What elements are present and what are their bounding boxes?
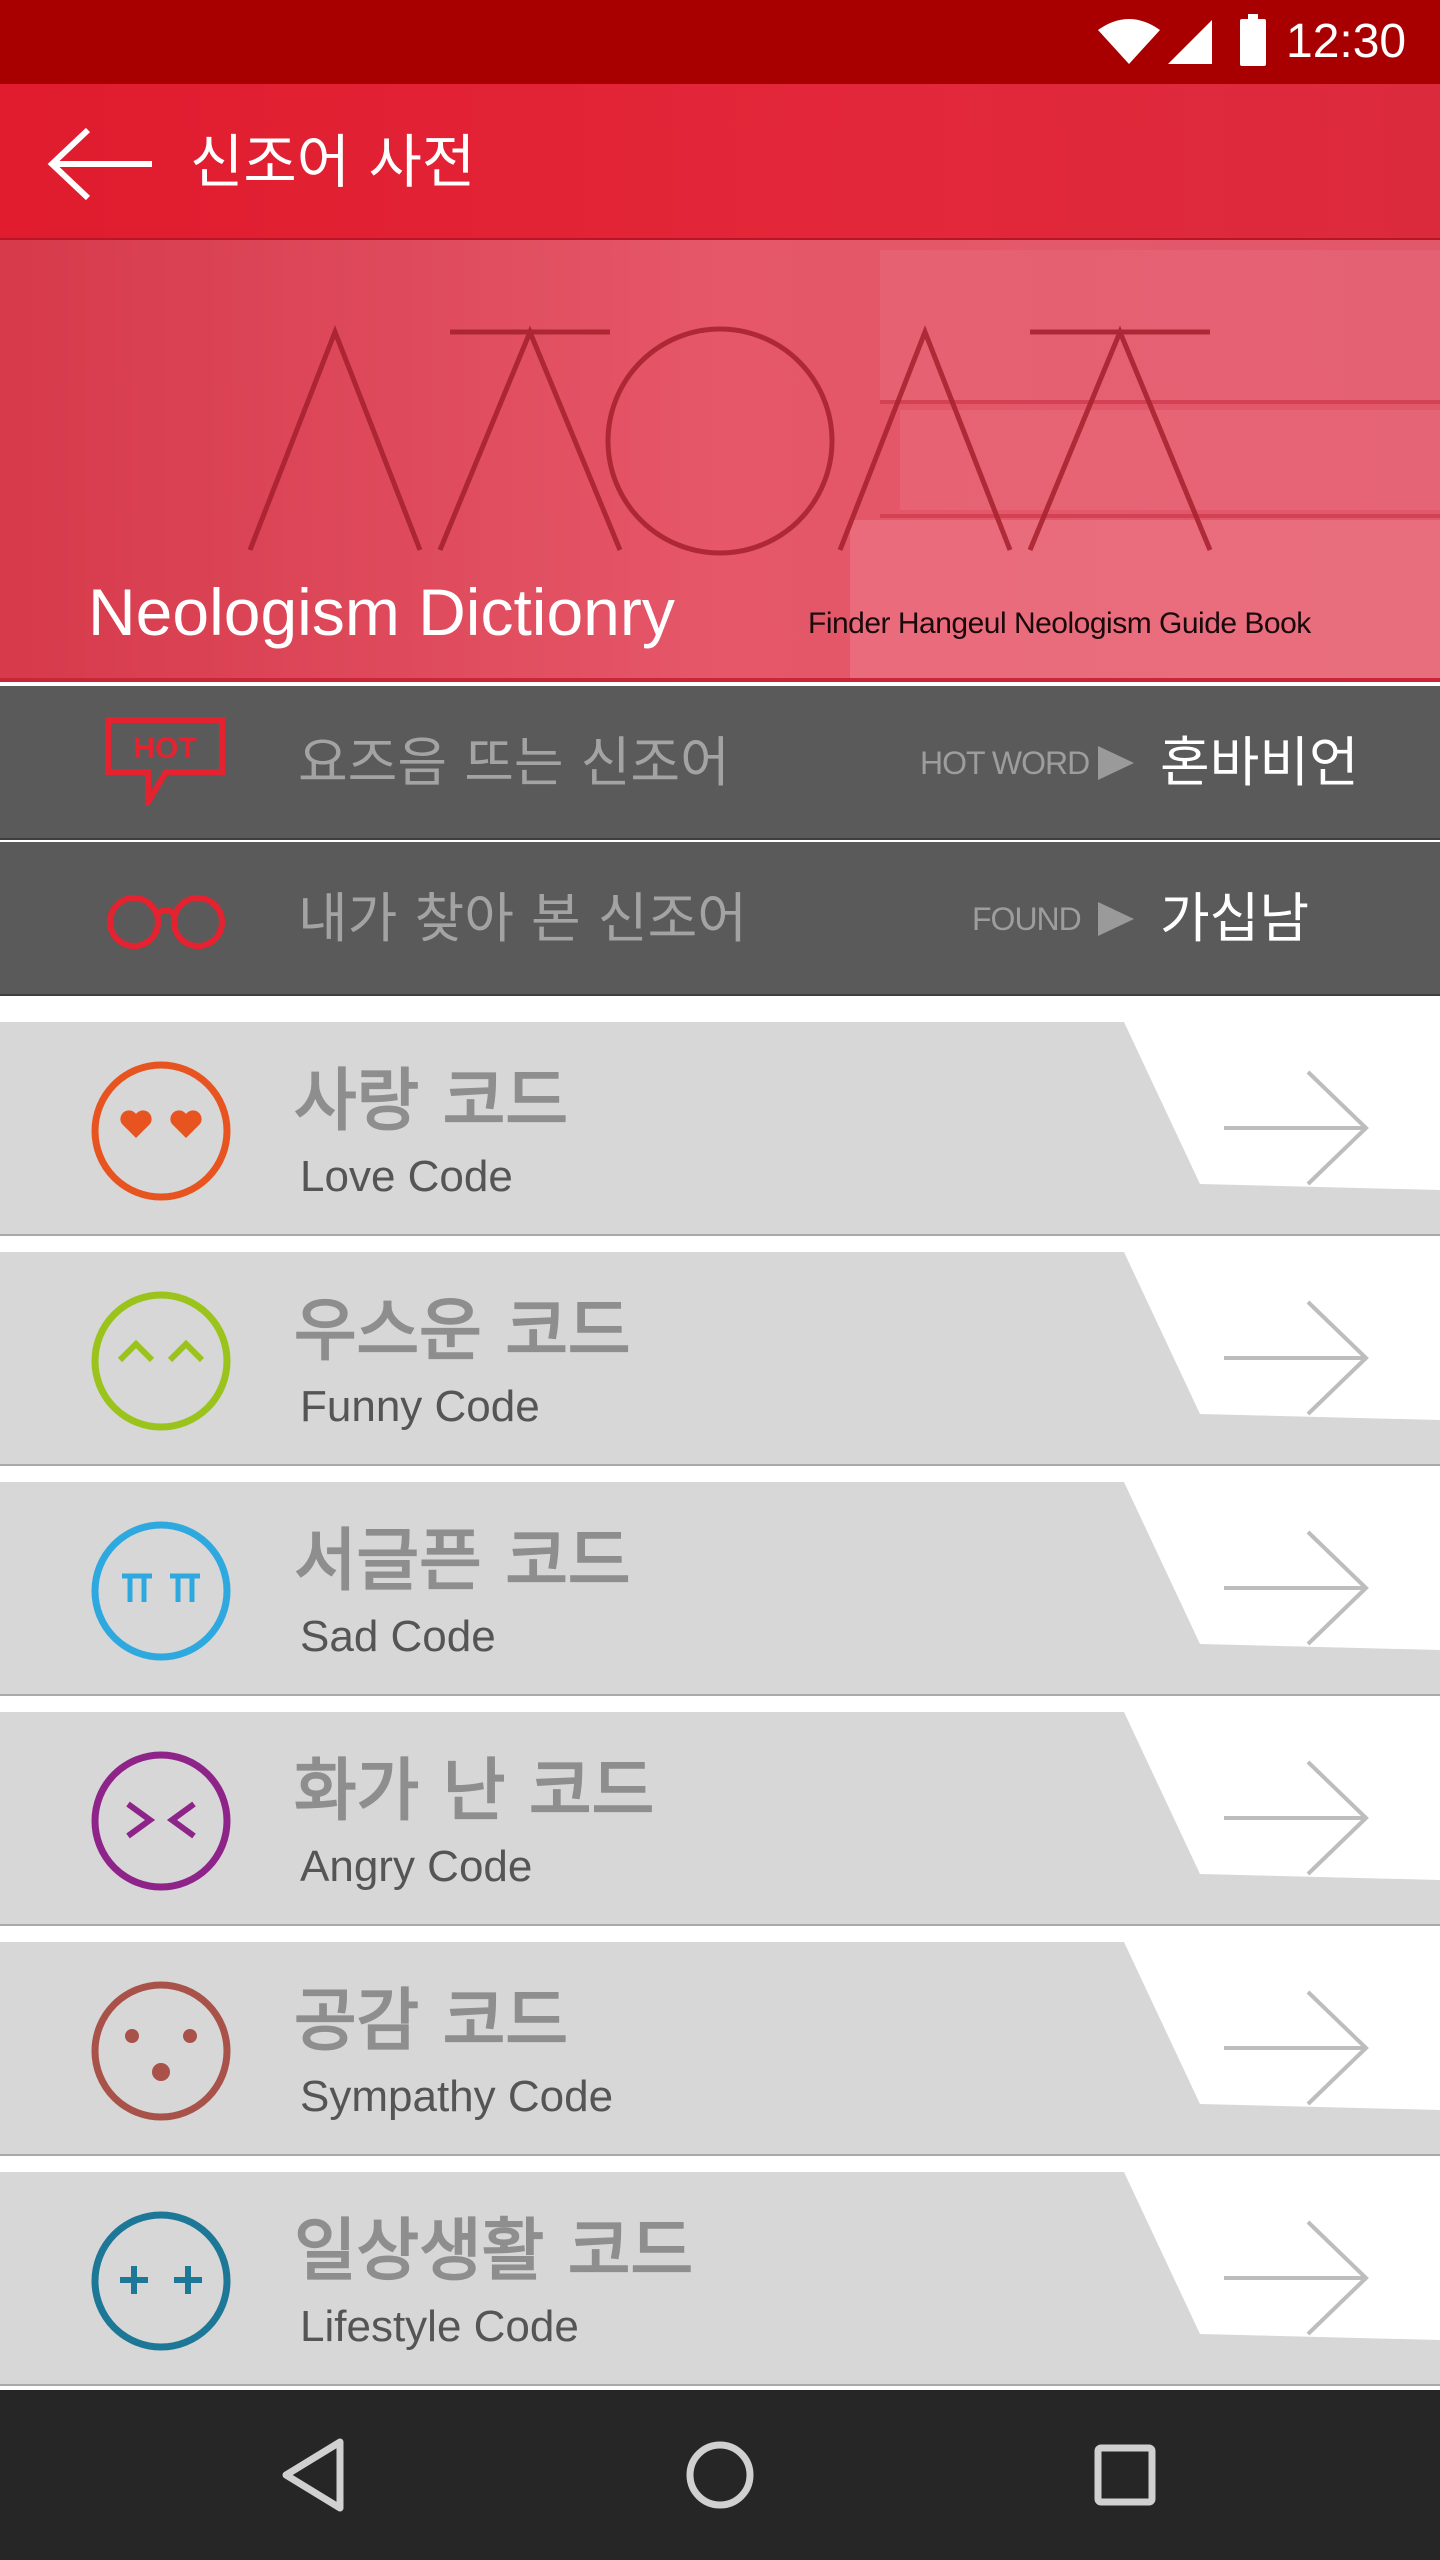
arrow-right-icon[interactable] xyxy=(1220,1068,1372,1188)
code-card-love[interactable]: 사랑 코드 Love Code xyxy=(0,1022,1440,1236)
code-title-ko: 일상생활 코드 xyxy=(294,2212,694,2291)
arrow-left-icon[interactable] xyxy=(46,124,156,204)
code-title-ko: 서글픈 코드 xyxy=(294,1522,631,1601)
found-word-label: 내가 찾아 본 신조어 xyxy=(298,887,747,950)
code-title-en: Lifestyle Code xyxy=(300,2302,579,2351)
crying-face-icon xyxy=(91,1521,231,1661)
hot-speech-bubble-icon: HOT xyxy=(105,717,225,806)
hero-banner: Neologism Dictionry Finder Hangeul Neolo… xyxy=(0,240,1440,682)
code-title-ko: 사랑 코드 xyxy=(294,1062,568,1141)
banner-logo xyxy=(247,325,1213,556)
status-time: 12:30 xyxy=(1286,15,1407,68)
arrow-right-icon[interactable] xyxy=(1220,2218,1372,2338)
arrow-right-icon[interactable] xyxy=(1220,1298,1372,1418)
surprised-face-icon xyxy=(91,1981,231,2121)
back-triangle-icon[interactable] xyxy=(270,2430,360,2520)
code-card-lifestyle[interactable]: 일상생활 코드 Lifestyle Code xyxy=(0,2172,1440,2386)
arrow-right-icon[interactable] xyxy=(1220,1988,1372,2108)
smiling-face-icon xyxy=(91,1291,231,1431)
code-title-en: Sympathy Code xyxy=(300,2072,614,2121)
code-title-ko: 화가 난 코드 xyxy=(294,1752,655,1831)
found-word-row[interactable]: 내가 찾아 본 신조어 FOUND 가십남 xyxy=(0,842,1440,996)
glasses-icon xyxy=(107,895,225,949)
arrow-right-icon[interactable] xyxy=(1220,1758,1372,1878)
code-card-sympathy[interactable]: 공감 코드 Sympathy Code xyxy=(0,1942,1440,2156)
code-title-en: Love Code xyxy=(300,1152,513,1201)
system-nav-bar xyxy=(0,2390,1440,2560)
code-card-angry[interactable]: 화가 난 코드 Angry Code xyxy=(0,1712,1440,1926)
found-word-value: 가십남 xyxy=(1160,887,1310,950)
triangle-right-icon xyxy=(1098,746,1134,780)
svg-text:HOT: HOT xyxy=(133,732,196,765)
wifi-icon xyxy=(1098,19,1160,64)
angry-face-icon xyxy=(91,1751,231,1891)
banner-subtitle: Finder Hangeul Neologism Guide Book xyxy=(808,607,1311,640)
triangle-right-icon xyxy=(1098,902,1134,936)
home-circle-icon[interactable] xyxy=(675,2430,765,2520)
battery-icon xyxy=(1240,14,1266,66)
code-card-sad[interactable]: 서글픈 코드 Sad Code xyxy=(0,1482,1440,1696)
code-title-en: Angry Code xyxy=(300,1842,533,1891)
recents-square-icon[interactable] xyxy=(1080,2430,1170,2520)
code-title-ko: 공감 코드 xyxy=(294,1982,568,2061)
status-bar: 12:30 xyxy=(0,0,1440,84)
plus-eyes-face-icon xyxy=(91,2211,231,2351)
code-title-ko: 우스운 코드 xyxy=(294,1292,631,1371)
hot-word-row[interactable]: HOT 요즈음 뜨는 신조어 HOT WORD 혼바비언 xyxy=(0,686,1440,840)
found-word-tag: FOUND xyxy=(972,901,1082,937)
section-divider xyxy=(0,998,1440,1022)
page-title: 신조어 사전 xyxy=(190,128,476,196)
code-card-funny[interactable]: 우스운 코드 Funny Code xyxy=(0,1252,1440,1466)
code-title-en: Sad Code xyxy=(300,1612,496,1661)
cell-signal-icon xyxy=(1168,20,1212,64)
hot-word-label: 요즈음 뜨는 신조어 xyxy=(298,731,730,794)
hot-word-value: 혼바비언 xyxy=(1160,731,1359,794)
heart-eyes-face-icon xyxy=(91,1061,231,1201)
hot-word-tag: HOT WORD xyxy=(920,745,1090,781)
arrow-right-icon[interactable] xyxy=(1220,1528,1372,1648)
banner-title: Neologism Dictionry xyxy=(88,575,675,649)
code-title-en: Funny Code xyxy=(300,1382,540,1431)
app-toolbar: 신조어 사전 xyxy=(0,84,1440,240)
